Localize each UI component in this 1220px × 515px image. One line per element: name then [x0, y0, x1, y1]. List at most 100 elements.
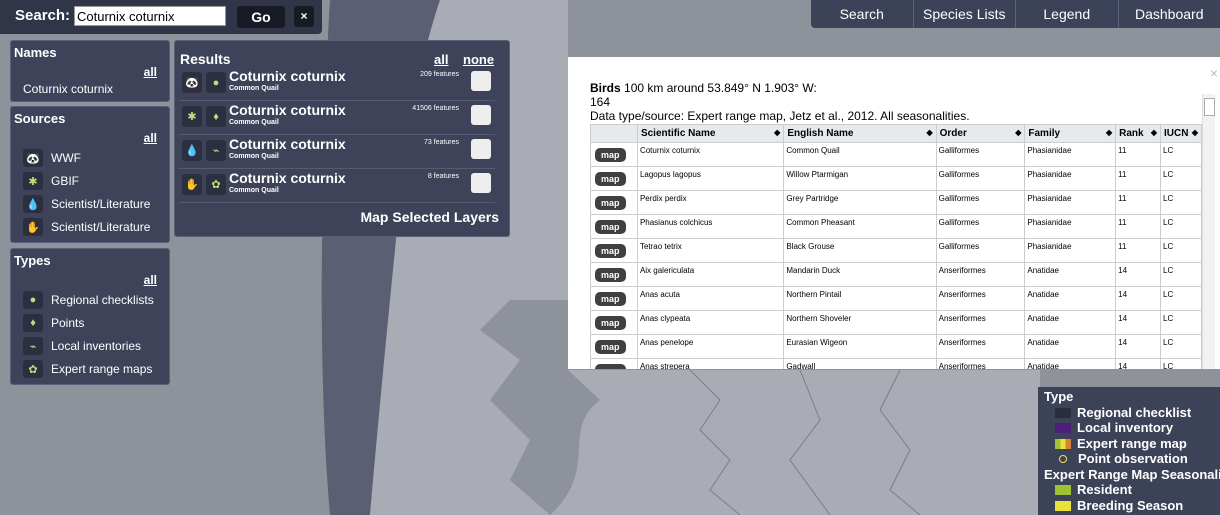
table-cell: LC: [1160, 238, 1202, 263]
dialog-header: Birds 100 km around 53.849° N 1.903° W: …: [590, 81, 970, 123]
table-cell: Anas clypeata: [636, 310, 785, 335]
result-row[interactable]: ✱ ♦ Coturnix coturnix Common Quail 41506 …: [179, 101, 495, 135]
map-button[interactable]: map: [595, 171, 626, 186]
sources-panel: Sources all 🐼 WWF ✱ GBIF 💧 Scientist/Litera…: [10, 106, 170, 243]
nav-legend[interactable]: Legend: [1015, 0, 1118, 28]
column-header-english-name[interactable]: English Name ◆: [783, 124, 937, 143]
dialog-scrollbar[interactable]: [1202, 94, 1215, 369]
map-button[interactable]: map: [595, 315, 626, 330]
hand-icon: ✋: [182, 174, 202, 195]
table-row: map Aix galericulata Mandarin Duck Anserifo…: [590, 262, 1202, 287]
column-header-order[interactable]: Order ◆: [935, 124, 1026, 143]
map-button[interactable]: map: [595, 243, 626, 258]
clear-search-button[interactable]: ×: [294, 6, 314, 27]
close-icon[interactable]: ×: [1210, 65, 1218, 81]
table-cell: 11: [1115, 166, 1162, 191]
table-cell: LC: [1160, 310, 1202, 335]
result-checkbox[interactable]: [471, 71, 491, 91]
table-cell: Common Quail: [783, 142, 937, 167]
table-row: map Phasianus colchicus Common Pheasant Gal…: [590, 214, 1202, 239]
table-cell: Black Grouse: [783, 238, 937, 263]
table-cell: LC: [1160, 190, 1202, 215]
range-map-icon: ✿: [206, 174, 226, 195]
nav-dashboard[interactable]: Dashboard: [1117, 0, 1220, 28]
source-item-scientist-1[interactable]: 💧 Scientist/Literature: [23, 194, 169, 214]
type-item-range-maps[interactable]: ✿ Expert range maps: [23, 359, 169, 379]
result-row[interactable]: ✋ ✿ Coturnix coturnix Common Quail 8 feat…: [179, 169, 495, 203]
map-selected-layers-button[interactable]: Map Selected Layers: [360, 209, 499, 225]
table-cell: Anatidae: [1024, 334, 1117, 359]
legend-item: Regional checklist: [1055, 405, 1191, 420]
table-cell: Anseriformes: [935, 286, 1026, 311]
map-button[interactable]: map: [595, 291, 626, 306]
table-cell: Perdix perdix: [636, 190, 785, 215]
table-cell: Common Pheasant: [783, 214, 937, 239]
map-button[interactable]: map: [595, 147, 626, 162]
names-panel: Names all Coturnix coturnix: [10, 40, 170, 102]
table-cell: LC: [1160, 262, 1202, 287]
legend-item: Resident: [1055, 482, 1132, 497]
column-header-scientific-name[interactable]: Scientific Name ◆: [636, 124, 785, 143]
go-button[interactable]: Go: [237, 6, 285, 28]
top-navigation: Search Species Lists Legend Dashboard: [811, 0, 1220, 28]
column-header-rank[interactable]: Rank ◆: [1115, 124, 1162, 143]
table-cell: Mandarin Duck: [783, 262, 937, 287]
name-item[interactable]: Coturnix coturnix: [23, 82, 113, 96]
sources-title: Sources: [14, 111, 66, 126]
sources-all-link[interactable]: all: [144, 131, 157, 145]
column-header-iucn[interactable]: IUCN ◆: [1160, 124, 1202, 143]
map-button[interactable]: map: [595, 267, 626, 282]
source-item-scientist-2[interactable]: ✋ Scientist/Literature: [23, 217, 169, 237]
source-item-gbif[interactable]: ✱ GBIF: [23, 171, 169, 191]
search-input[interactable]: [74, 6, 226, 26]
legend-item: Point observation: [1055, 451, 1188, 466]
table-cell: LC: [1160, 358, 1202, 369]
map-legend: Type Regional checklist Local inventory …: [1038, 387, 1220, 515]
type-item-inventories[interactable]: ⌁ Local inventories: [23, 336, 169, 356]
table-cell: Galliformes: [935, 166, 1026, 191]
result-row[interactable]: 🐼 ● Coturnix coturnix Common Quail 209 fe…: [179, 67, 495, 101]
map-button[interactable]: map: [595, 363, 626, 369]
species-table: Scientific Name ◆ English Name ◆ Order ◆ Fa…: [590, 124, 1202, 369]
legend-subtitle: Expert Range Map Seasonali: [1044, 467, 1220, 482]
type-item-points[interactable]: ♦ Points: [23, 313, 169, 333]
map-button[interactable]: map: [595, 219, 626, 234]
table-cell: Northern Shoveler: [783, 310, 937, 335]
result-checkbox[interactable]: [471, 139, 491, 159]
sort-icon: ◆: [1191, 128, 1198, 137]
nav-species-lists[interactable]: Species Lists: [912, 0, 1016, 28]
sort-icon: ◆: [1105, 128, 1113, 137]
result-checkbox[interactable]: [471, 105, 491, 125]
result-checkbox[interactable]: [471, 173, 491, 193]
search-label: Search:: [15, 7, 71, 24]
table-cell: Gadwall: [783, 358, 937, 369]
table-cell: Phasianidae: [1024, 190, 1117, 215]
map-button[interactable]: map: [595, 339, 626, 354]
table-cell: 11: [1115, 190, 1162, 215]
table-cell: Anseriformes: [935, 262, 1026, 287]
table-cell: 14: [1115, 310, 1162, 335]
droplet-icon: 💧: [182, 140, 202, 161]
table-cell: Anas penelope: [636, 334, 785, 359]
results-none-link[interactable]: none: [463, 52, 494, 67]
table-cell: Willow Ptarmigan: [783, 166, 937, 191]
species-count: 164: [590, 95, 611, 109]
table-cell: Tetrao tetrix: [636, 238, 785, 263]
names-all-link[interactable]: all: [144, 65, 157, 79]
types-all-link[interactable]: all: [144, 273, 157, 287]
table-cell: 11: [1115, 142, 1162, 167]
table-cell: Anatidae: [1024, 358, 1117, 369]
nav-search[interactable]: Search: [811, 0, 913, 28]
source-item-wwf[interactable]: 🐼 WWF: [23, 148, 169, 168]
result-row[interactable]: 💧 ⌁ Coturnix coturnix Common Quail 73 fea…: [179, 135, 495, 169]
results-all-link[interactable]: all: [434, 52, 448, 67]
table-cell: 14: [1115, 262, 1162, 287]
map-button[interactable]: map: [595, 195, 626, 210]
table-cell: Northern Pintail: [783, 286, 937, 311]
scrollbar-thumb[interactable]: [1204, 98, 1215, 116]
legend-item: Breeding Season: [1055, 498, 1183, 513]
table-cell: Phasianus colchicus: [636, 214, 785, 239]
type-item-checklists[interactable]: ● Regional checklists: [23, 290, 169, 310]
column-header-family[interactable]: Family ◆: [1024, 124, 1117, 143]
results-title: Results: [180, 51, 231, 67]
